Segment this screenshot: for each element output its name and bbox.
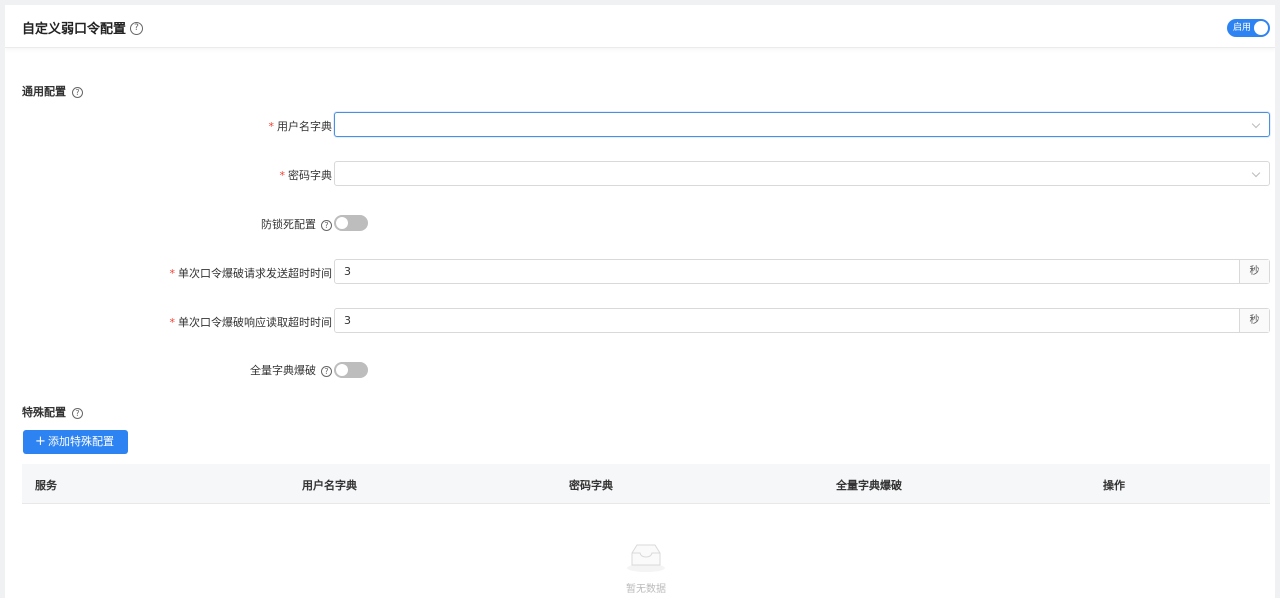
help-icon[interactable]: ? [321,365,332,377]
help-icon[interactable]: ? [72,407,83,419]
response-timeout-value: 3 [344,314,351,327]
request-timeout-input[interactable]: 3 秒 [334,259,1270,284]
required-mark: * [169,316,176,329]
page-title: 自定义弱口令配置? [22,18,144,37]
full-dict-toggle[interactable] [334,362,368,378]
request-timeout-value: 3 [344,265,351,278]
column-service: 服务 [35,479,57,492]
empty-inbox-icon [627,544,665,572]
username-dict-select[interactable] [334,112,1270,137]
help-icon[interactable]: ? [321,219,332,231]
password-dict-label: * 密码字典 [280,167,333,183]
table-header: 服务 用户名字典 密码字典 全量字典爆破 操作 [22,464,1270,504]
password-dict-label-text: 密码字典 [288,169,332,182]
chevron-down-icon [1251,168,1261,178]
column-username-dict: 用户名字典 [302,479,357,492]
column-full-dict: 全量字典爆破 [836,479,902,492]
response-timeout-label-text: 单次口令爆破响应读取超时时间 [178,316,332,329]
anti-lock-label-text: 防锁死配置 [261,218,316,231]
response-timeout-input[interactable]: 3 秒 [334,308,1270,333]
help-icon[interactable]: ? [72,86,83,98]
column-password-dict: 密码字典 [569,479,613,492]
general-config-title-text: 通用配置 [22,85,66,98]
special-config-title: 特殊配置? [22,404,83,420]
password-dict-select[interactable] [334,161,1270,186]
request-timeout-label: * 单次口令爆破请求发送超时时间 [170,265,333,281]
panel-header: 自定义弱口令配置? 启用 [5,5,1275,48]
column-actions: 操作 [1103,479,1125,492]
weak-password-config-panel: 自定义弱口令配置? 启用 通用配置? * 用户名字典 * 密码字典 防锁死配置? *… [5,5,1275,598]
full-dict-label: 全量字典爆破? [250,362,332,378]
request-timeout-unit: 秒 [1239,260,1269,283]
add-special-config-button[interactable]: + 添加特殊配置 [23,430,128,454]
enable-switch[interactable]: 启用 [1227,19,1270,37]
response-timeout-label: * 单次口令爆破响应读取超时时间 [170,314,333,330]
enable-switch-label: 启用 [1233,23,1252,33]
required-mark: * [268,120,275,133]
required-mark: * [279,169,286,182]
request-timeout-label-text: 单次口令爆破请求发送超时时间 [178,267,332,280]
empty-text: 暂无数据 [626,584,666,595]
page-title-text: 自定义弱口令配置 [22,22,127,37]
chevron-down-icon [1251,119,1261,129]
username-dict-label: * 用户名字典 [269,118,333,134]
username-dict-label-text: 用户名字典 [277,120,332,133]
anti-lock-toggle[interactable] [334,215,368,231]
add-special-config-label: 添加特殊配置 [48,435,114,448]
special-config-title-text: 特殊配置 [22,406,66,419]
general-config-title: 通用配置? [22,83,83,99]
plus-icon: + [35,434,46,449]
toggle-knob [336,364,348,376]
full-dict-label-text: 全量字典爆破 [250,364,316,377]
response-timeout-unit: 秒 [1239,309,1269,332]
switch-knob [1254,21,1268,35]
anti-lock-label: 防锁死配置? [261,216,332,232]
toggle-knob [336,217,348,229]
required-mark: * [169,267,176,280]
help-icon[interactable]: ? [130,22,144,35]
